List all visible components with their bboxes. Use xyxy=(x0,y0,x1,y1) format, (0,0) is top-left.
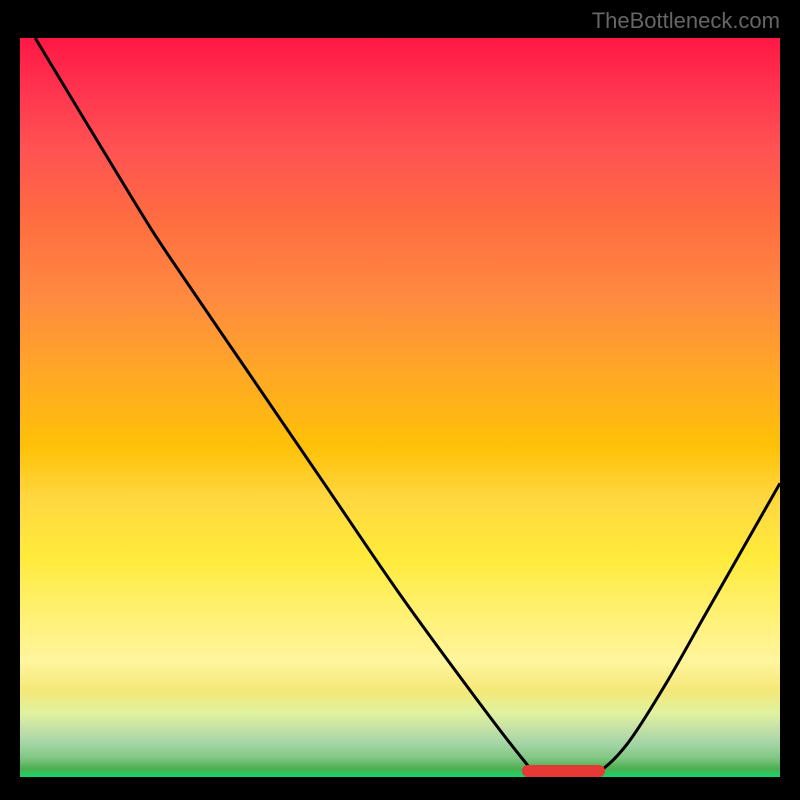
chart-area xyxy=(20,38,780,780)
curve-path xyxy=(35,38,780,780)
x-axis-line xyxy=(20,777,780,780)
bottleneck-curve xyxy=(20,38,780,780)
optimal-zone-marker xyxy=(522,765,606,777)
watermark-text: TheBottleneck.com xyxy=(592,8,780,34)
